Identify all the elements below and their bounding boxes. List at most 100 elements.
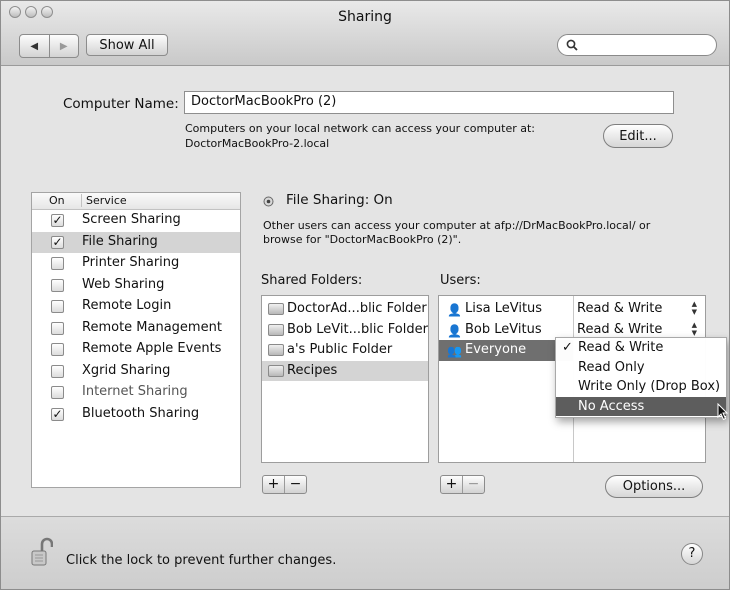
service-label: Remote Apple Events (82, 341, 222, 356)
column-service-header: Service (81, 194, 127, 207)
computer-name-label: Computer Name: (63, 96, 179, 112)
user-name: Everyone (465, 342, 527, 357)
edit-button[interactable]: Edit... (603, 124, 673, 148)
user-icon: 👤 (447, 323, 462, 338)
window-title: Sharing (338, 9, 392, 25)
sharing-status: File Sharing: On (286, 192, 393, 208)
menu-item-read-write[interactable]: ✓ Read & Write (556, 338, 726, 358)
service-row-screen-sharing[interactable]: ✓ Screen Sharing (32, 210, 240, 232)
status-description-line2: browse for "DoctorMacBookPro (2)". (263, 233, 462, 246)
folder-name: a's Public Folder (287, 342, 393, 357)
public-folder-icon (268, 323, 284, 336)
checkbox[interactable]: ✓ (51, 214, 64, 227)
checkbox[interactable] (51, 257, 64, 270)
lock-message: Click the lock to prevent further change… (66, 553, 337, 568)
checkbox[interactable] (51, 278, 64, 292)
folder-row[interactable]: Bob LeVit...blic Folder (262, 320, 428, 341)
status-indicator-icon (263, 196, 274, 207)
service-row-internet-sharing[interactable]: Internet Sharing (32, 382, 240, 404)
service-label: Screen Sharing (82, 212, 181, 227)
checkbox[interactable] (51, 300, 64, 313)
group-icon: 👥 (447, 344, 462, 358)
computer-name-field[interactable]: DoctorMacBookPro (2) (184, 91, 674, 114)
remove-folder-button[interactable]: − (284, 476, 306, 493)
permission-menu: ✓ Read & Write Read Only Write Only (Drop… (555, 337, 727, 418)
checkbox[interactable] (51, 386, 64, 399)
service-label: Printer Sharing (82, 255, 180, 270)
options-button[interactable]: Options... (605, 475, 703, 498)
service-row-remote-login[interactable]: Remote Login (32, 296, 240, 318)
user-icon: 👤 (447, 303, 462, 317)
service-row-web-sharing[interactable]: Web Sharing (32, 275, 240, 297)
remove-user-button[interactable]: − (462, 476, 484, 493)
lock-icon[interactable] (31, 537, 53, 567)
checkbox[interactable] (51, 343, 64, 356)
checkbox[interactable] (51, 321, 64, 335)
service-label: Bluetooth Sharing (82, 405, 200, 421)
service-row-bluetooth-sharing[interactable]: ✓ Bluetooth Sharing (32, 404, 240, 426)
folder-name: Recipes (287, 362, 338, 378)
folder-add-remove: + − (262, 475, 307, 494)
service-label: Internet Sharing (82, 384, 188, 399)
popup-arrows-icon: ▲ ▼ (691, 320, 697, 337)
service-label: Remote Login (82, 298, 172, 313)
folder-icon (268, 364, 284, 377)
users-label: Users: (440, 273, 481, 288)
service-row-remote-management[interactable]: Remote Management (32, 318, 240, 340)
menu-item-label: No Access (578, 398, 645, 414)
checkbox[interactable] (51, 364, 64, 378)
checkbox[interactable]: ✓ (51, 407, 64, 421)
nav-buttons: ◀ ▶ (19, 34, 79, 58)
menu-item-label: Read Only (578, 359, 645, 375)
service-label: File Sharing (82, 233, 158, 249)
forward-arrow-icon: ▶ (59, 40, 68, 52)
back-button[interactable]: ◀ (20, 35, 49, 57)
shared-folders-list: DoctorAd...blic Folder Bob LeVit...blic … (261, 295, 429, 463)
folder-name: Bob LeVit...blic Folder (287, 321, 428, 337)
add-user-button[interactable]: + (441, 476, 462, 493)
folder-row[interactable]: Recipes (262, 360, 428, 381)
add-folder-button[interactable]: + (263, 476, 284, 493)
folder-row[interactable]: DoctorAd...blic Folder (262, 299, 428, 320)
title-bar: Sharing ◀ ▶ Show All (1, 1, 729, 66)
service-row-file-sharing[interactable]: ✓ File Sharing (32, 231, 240, 253)
user-row-lisa[interactable]: 👤 Lisa LeVitus Read & Write ▲ ▼ (439, 299, 705, 320)
folder-icon (268, 303, 284, 315)
mouse-cursor-icon (717, 403, 729, 421)
back-arrow-icon: ◀ (30, 40, 39, 52)
service-row-printer-sharing[interactable]: Printer Sharing (32, 253, 240, 275)
checkmark-icon: ✓ (562, 340, 573, 355)
column-on-header: On (49, 194, 65, 207)
help-button[interactable]: ? (681, 543, 703, 565)
network-info-line2: DoctorMacBookPro-2.local (185, 137, 330, 150)
shared-folders-label: Shared Folders: (261, 273, 363, 288)
service-list-header: On Service (32, 193, 240, 210)
folder-name: DoctorAd...blic Folder (287, 301, 427, 316)
checkbox[interactable]: ✓ (51, 235, 64, 249)
service-label: Web Sharing (82, 276, 165, 292)
menu-item-no-access[interactable]: No Access (556, 396, 726, 416)
folder-icon (268, 344, 284, 356)
service-row-xgrid-sharing[interactable]: Xgrid Sharing (32, 361, 240, 383)
permission-popup[interactable]: Read & Write (577, 322, 662, 337)
service-row-remote-apple-events[interactable]: Remote Apple Events (32, 339, 240, 361)
menu-item-read-only[interactable]: Read Only (556, 358, 726, 378)
status-description-line1: Other users can access your computer at … (263, 219, 651, 232)
menu-item-label: Read & Write (578, 340, 664, 355)
menu-item-label: Write Only (Drop Box) (578, 379, 721, 394)
service-list: On Service ✓ Screen Sharing ✓ File Sharing… (31, 192, 241, 488)
user-name: Lisa LeVitus (465, 301, 543, 316)
show-all-button[interactable]: Show All (86, 34, 168, 56)
user-row-everyone[interactable]: 👥 Everyone (439, 340, 573, 361)
search-icon (566, 39, 578, 51)
sharing-window: Sharing ◀ ▶ Show All Computer Name: Doct… (0, 0, 730, 590)
popup-arrows-icon: ▲ ▼ (691, 300, 697, 316)
user-name: Bob LeVitus (465, 321, 542, 337)
menu-item-write-only[interactable]: Write Only (Drop Box) (556, 377, 726, 397)
search-field[interactable] (557, 34, 717, 56)
service-label: Remote Management (82, 319, 222, 335)
folder-row[interactable]: a's Public Folder (262, 340, 428, 361)
permission-popup[interactable]: Read & Write (577, 301, 662, 316)
service-label: Xgrid Sharing (82, 362, 171, 378)
forward-button[interactable]: ▶ (48, 35, 79, 57)
